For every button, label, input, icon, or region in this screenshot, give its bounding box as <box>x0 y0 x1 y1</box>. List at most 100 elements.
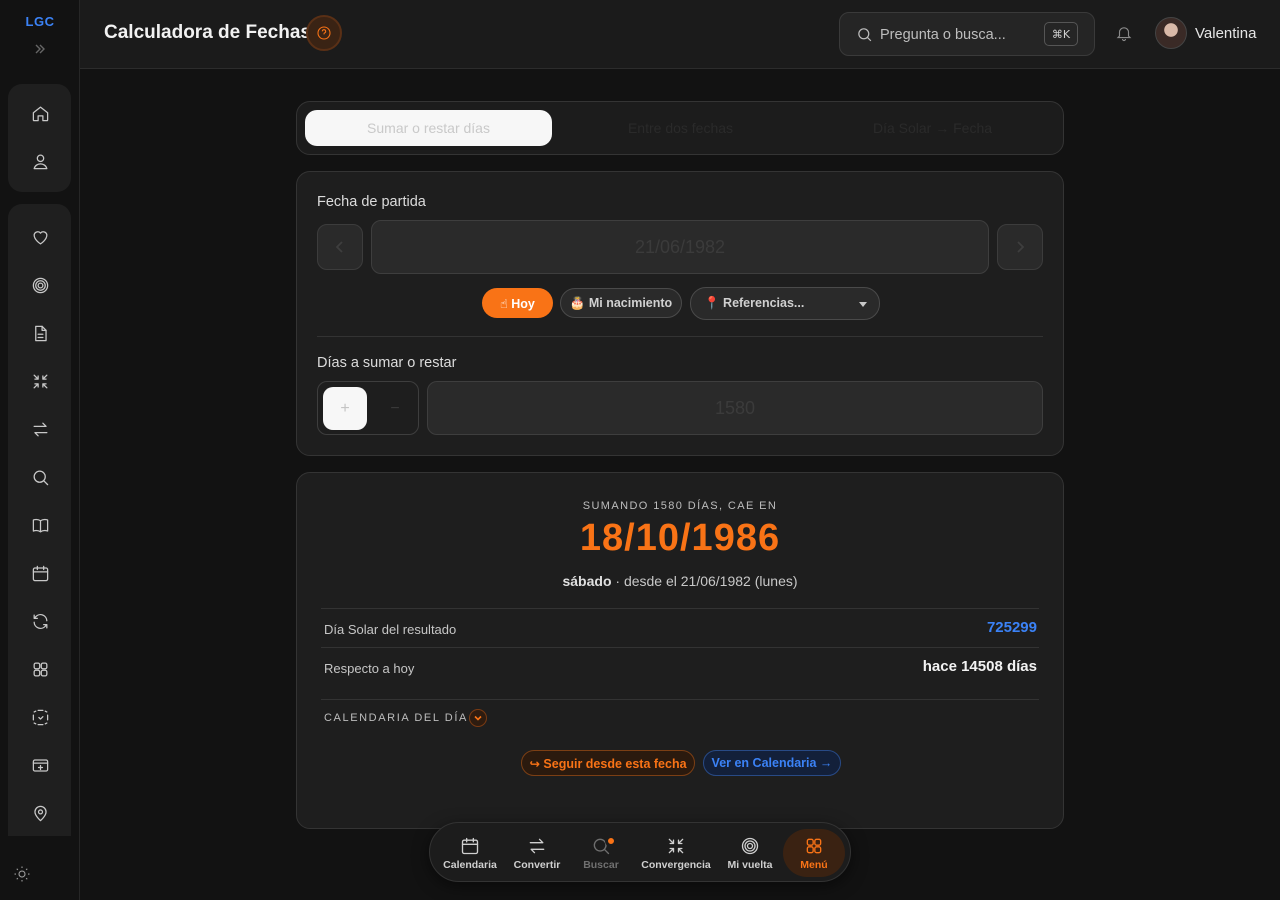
search-icon <box>856 26 873 43</box>
logo[interactable]: LGC <box>0 14 80 29</box>
sun-icon <box>14 866 30 882</box>
question-icon <box>317 26 331 40</box>
chevron-left-icon <box>335 241 343 253</box>
sidebar-item-apps[interactable] <box>23 652 57 686</box>
chevron-down-icon <box>859 302 867 307</box>
user-icon <box>33 154 47 169</box>
user-name[interactable]: Valentina <box>1195 25 1256 42</box>
sign-toggle: + − <box>317 381 419 435</box>
page-title: Calculadora de Fechas <box>104 22 311 43</box>
notifications-button[interactable] <box>1115 24 1135 44</box>
days-label: Días a sumar o restar <box>317 355 457 371</box>
divider <box>321 699 1039 700</box>
result-weekday: sábado <box>562 573 612 589</box>
result-card: SUMANDO 1580 DÍAS, CAE EN 18/10/1986 sáb… <box>296 472 1064 829</box>
sidebar-item-places[interactable] <box>23 796 57 830</box>
tab-between-dates[interactable]: Entre dos fechas <box>557 110 804 146</box>
sidebar-item-convergence[interactable] <box>23 364 57 398</box>
references-select[interactable]: 📍 Referencias... <box>690 287 880 320</box>
expand-sidebar-icon[interactable] <box>31 40 49 58</box>
location-icon <box>33 805 47 821</box>
sidebar-item-spiral[interactable] <box>23 268 57 302</box>
grid-icon <box>806 838 822 853</box>
result-date: 18/10/1986 <box>579 517 781 559</box>
spiral-icon <box>741 837 759 854</box>
dock-search-icon-wrap <box>591 834 617 856</box>
dock-convert[interactable]: Convertir <box>510 829 564 877</box>
sidebar: LGC <box>0 0 80 900</box>
bell-icon <box>1116 27 1132 41</box>
view-in-calendaria-button[interactable]: Ver en Calendaria → <box>703 750 841 776</box>
converge-icon <box>668 838 684 853</box>
help-button[interactable] <box>306 15 342 51</box>
minus-button[interactable]: − <box>376 387 414 430</box>
sidebar-item-profile[interactable] <box>23 144 57 178</box>
next-date-button[interactable] <box>997 224 1043 270</box>
sidebar-item-sync[interactable] <box>23 604 57 638</box>
prev-date-button[interactable] <box>317 224 363 270</box>
result-subtitle: sábado · desde el 21/06/1982 (lunes) <box>297 573 1063 589</box>
birthdate-chip[interactable]: 🎂 Mi nacimiento <box>560 288 682 318</box>
dock-calendaria[interactable]: Calendaria <box>442 829 498 877</box>
sidebar-item-library[interactable] <box>23 508 57 542</box>
swap-icon <box>529 838 545 853</box>
relative-value: hace 14508 días <box>922 658 1037 675</box>
sidebar-item-search[interactable] <box>23 460 57 494</box>
sidebar-group-primary <box>8 84 71 192</box>
chevron-down-icon <box>474 715 482 721</box>
relative-row: Respecto a hoy hace 14508 días <box>321 647 1039 686</box>
sidebar-item-convert[interactable] <box>23 412 57 446</box>
solar-day-value[interactable]: 725299 <box>987 619 1037 636</box>
calendar-icon <box>32 565 48 581</box>
dock-label: Convergencia <box>641 858 711 871</box>
relative-label: Respecto a hoy <box>324 661 415 676</box>
dock-menu[interactable]: Menú <box>783 829 845 877</box>
dock-label: Buscar <box>583 858 619 871</box>
sidebar-item-home[interactable] <box>23 96 57 130</box>
sidebar-item-scan[interactable] <box>23 700 57 734</box>
dock-label: Menú <box>800 858 828 871</box>
dock-convergence[interactable]: Convergencia <box>638 829 714 877</box>
dock-label: Calendaria <box>443 858 497 871</box>
mode-tabs: Sumar o restar días Entre dos fechas Día… <box>296 101 1064 155</box>
start-date-input[interactable] <box>371 220 989 274</box>
dock-label: Mi vuelta <box>727 858 773 871</box>
follow-from-date-button[interactable]: ↪ Seguir desde esta fecha <box>521 750 695 776</box>
tab-add-subtract[interactable]: Sumar o restar días <box>305 110 552 146</box>
calendaria-label: CALENDARIA DEL DÍA <box>324 712 468 724</box>
avatar[interactable] <box>1155 17 1187 49</box>
dock-my-turn[interactable]: Mi vuelta <box>722 829 778 877</box>
sidebar-group-tools <box>8 204 71 836</box>
sidebar-item-favorites[interactable] <box>23 220 57 254</box>
top-header: Calculadora de Fechas ⌘K Valentina <box>80 0 1280 69</box>
search-input[interactable] <box>880 23 1040 47</box>
calendaria-expand-button[interactable] <box>469 709 487 727</box>
days-input[interactable] <box>427 381 1043 435</box>
global-search[interactable]: ⌘K <box>839 12 1095 56</box>
heart-icon <box>33 230 47 244</box>
dock-search[interactable]: Buscar <box>578 829 624 877</box>
book-icon <box>32 518 48 532</box>
home-icon <box>32 106 48 121</box>
converge-icon <box>33 374 47 388</box>
sidebar-item-calendar[interactable] <box>23 556 57 590</box>
calendar-icon <box>461 837 479 854</box>
today-chip[interactable]: ☝ Hoy <box>482 288 553 318</box>
chevron-right-icon <box>1017 241 1025 253</box>
references-select-label: 📍 Referencias... <box>704 296 805 310</box>
start-date-label: Fecha de partida <box>317 194 426 210</box>
sidebar-item-documents[interactable] <box>23 316 57 350</box>
card-icon <box>32 758 48 772</box>
plus-button[interactable]: + <box>323 387 367 430</box>
theme-toggle[interactable] <box>13 865 31 883</box>
tab-solar-day[interactable]: Día Solar → Fecha <box>809 110 1056 146</box>
dock-label: Convertir <box>513 858 561 871</box>
search-icon <box>33 470 48 485</box>
grid-icon <box>33 662 47 676</box>
refresh-icon <box>33 613 47 629</box>
swap-icon <box>33 422 47 436</box>
sidebar-item-wallet[interactable] <box>23 748 57 782</box>
solar-day-row: Día Solar del resultado 725299 <box>321 608 1039 647</box>
bottom-dock: Calendaria Convertir Buscar Convergencia… <box>429 822 851 882</box>
result-caption: SUMANDO 1580 DÍAS, CAE EN <box>582 500 778 512</box>
